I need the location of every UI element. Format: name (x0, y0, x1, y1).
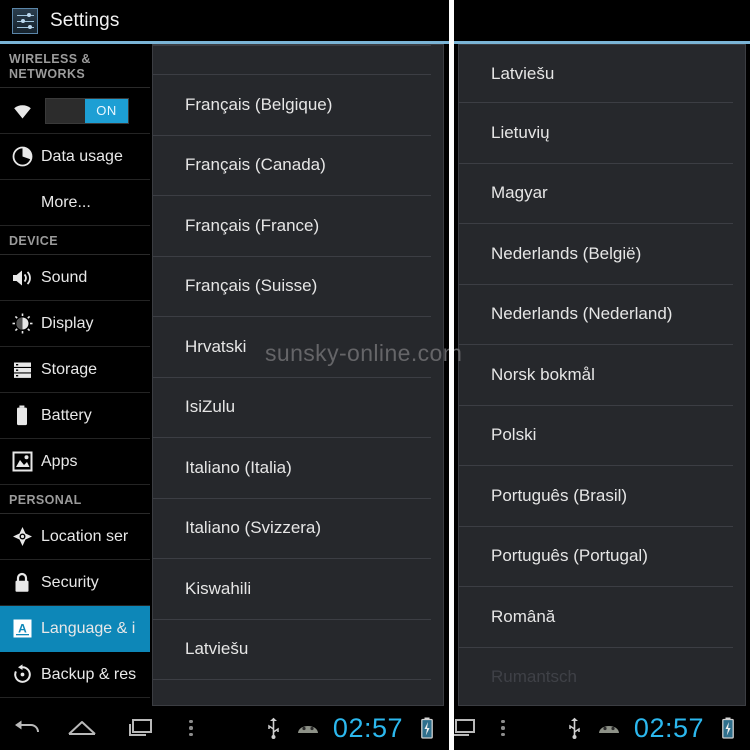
image-split-divider (449, 0, 454, 750)
list-item[interactable]: Magyar (459, 164, 733, 224)
lock-icon (9, 572, 35, 593)
sidebar-item-language-and-input[interactable]: A Language & i (0, 606, 150, 652)
sidebar-item-storage[interactable]: Storage (0, 347, 150, 393)
settings-sliders-icon (12, 7, 38, 34)
list-item[interactable]: Français (Canada) (153, 136, 431, 196)
sidebar-item-battery[interactable]: Battery (0, 393, 150, 439)
sidebar-item-label: Battery (41, 406, 92, 424)
sidebar-item-label: Data usage (41, 147, 123, 165)
location-icon (9, 526, 35, 547)
sidebar-item-backup-and-reset[interactable]: Backup & res (0, 652, 150, 698)
menu-overflow-icon[interactable] (168, 719, 214, 737)
battery-charging-icon (413, 717, 441, 739)
list-item[interactable]: Français (Suisse) (153, 257, 431, 317)
list-item[interactable]: Latviešu (459, 45, 733, 103)
list-item[interactable]: Português (Portugal) (459, 527, 733, 587)
content-area-left: WIRELESS & NETWORKS ON Data usage More..… (0, 44, 449, 706)
usb-icon (257, 717, 291, 739)
sidebar-section-wireless-header: WIRELESS & NETWORKS (0, 44, 150, 88)
menu-overflow-icon[interactable] (480, 719, 526, 737)
usb-icon (558, 717, 592, 739)
wifi-toggle-track (46, 98, 85, 123)
sidebar-item-label: Display (41, 314, 94, 332)
sidebar-item-apps[interactable]: Apps (0, 439, 150, 485)
backup-restore-icon (9, 664, 35, 685)
wifi-toggle-state: ON (85, 98, 128, 123)
list-item[interactable]: Português (Brasil) (459, 466, 733, 527)
list-item[interactable]: Polski (459, 406, 733, 466)
sidebar-item-wifi[interactable]: ON (0, 88, 150, 134)
list-item[interactable]: Latviešu (153, 620, 431, 680)
sidebar-item-label: Location ser (41, 527, 129, 545)
system-navigation-bar-right[interactable]: 02:57 (454, 706, 750, 750)
list-item[interactable]: Français (Belgique) (153, 75, 431, 136)
storage-icon (9, 361, 35, 379)
sidebar-item-sound[interactable]: Sound (0, 255, 150, 301)
list-item[interactable]: Hrvatski (153, 317, 431, 378)
title-bar: Settings (0, 0, 449, 41)
list-item-clipped[interactable] (153, 45, 431, 75)
page-title: Settings (50, 9, 120, 31)
android-settings-screenshot: Settings WIRELESS & NETWORKS ON Data usa… (0, 0, 750, 750)
wifi-icon (9, 103, 35, 119)
list-item[interactable]: IsiZulu (153, 378, 431, 438)
list-item[interactable]: Nederlands (België) (459, 224, 733, 285)
sidebar-item-label: Backup & res (41, 665, 137, 683)
list-item[interactable]: Français (France) (153, 196, 431, 257)
recents-icon[interactable] (454, 718, 480, 738)
sidebar-item-display[interactable]: Display (0, 301, 150, 347)
battery-charging-icon (714, 717, 742, 739)
status-clock: 02:57 (332, 712, 403, 743)
data-usage-icon (9, 146, 35, 167)
sidebar-item-more[interactable]: More... (0, 180, 150, 226)
list-item[interactable]: Italiano (Italia) (153, 438, 431, 499)
sound-icon (9, 269, 35, 287)
list-item[interactable]: Nederlands (Nederland) (459, 285, 733, 345)
sidebar-section-device-header: DEVICE (0, 226, 150, 255)
sidebar-item-label: Security (41, 573, 99, 591)
back-icon[interactable] (0, 718, 52, 738)
language-list-panel-right[interactable]: Latviešu Lietuvių Magyar Nederlands (Bel… (458, 44, 746, 706)
language-list-panel-middle[interactable]: Français (Belgique) Français (Canada) Fr… (152, 44, 444, 706)
screenshot-right-half: Latviešu Lietuvių Magyar Nederlands (Bel… (454, 0, 750, 750)
sidebar-item-security[interactable]: Security (0, 560, 150, 606)
list-item-partial[interactable]: Rumantsch (459, 648, 733, 706)
battery-icon (9, 405, 35, 426)
settings-sidebar[interactable]: WIRELESS & NETWORKS ON Data usage More..… (0, 44, 150, 706)
sidebar-item-location-services[interactable]: Location ser (0, 514, 150, 560)
list-item[interactable]: Norsk bokmål (459, 345, 733, 406)
list-item[interactable]: Italiano (Svizzera) (153, 499, 431, 559)
display-icon (9, 313, 35, 334)
status-clock: 02:57 (633, 712, 704, 743)
list-item[interactable]: Română (459, 587, 733, 648)
android-debug-icon (592, 721, 626, 736)
apps-icon (9, 451, 35, 472)
list-item[interactable]: Lietuvių (459, 103, 733, 164)
title-bar-right (454, 0, 750, 41)
content-area-right: Latviešu Lietuvių Magyar Nederlands (Bel… (454, 44, 750, 706)
list-item[interactable]: Kiswahili (153, 559, 431, 620)
svg-text:A: A (18, 622, 27, 636)
sidebar-item-data-usage[interactable]: Data usage (0, 134, 150, 180)
sidebar-section-personal-header: PERSONAL (0, 485, 150, 514)
sidebar-item-label: Language & i (41, 619, 136, 637)
language-a-icon: A (9, 618, 35, 639)
sidebar-item-label: Apps (41, 452, 78, 470)
screenshot-left-half: Settings WIRELESS & NETWORKS ON Data usa… (0, 0, 449, 750)
home-icon[interactable] (52, 719, 112, 737)
sidebar-item-label: Storage (41, 360, 98, 378)
recents-icon[interactable] (112, 718, 168, 738)
sidebar-item-label: More... (41, 193, 91, 211)
wifi-toggle[interactable]: ON (45, 97, 129, 124)
android-debug-icon (291, 721, 325, 736)
sidebar-item-label: Sound (41, 268, 88, 286)
system-navigation-bar-left[interactable]: 02:57 (0, 706, 449, 750)
